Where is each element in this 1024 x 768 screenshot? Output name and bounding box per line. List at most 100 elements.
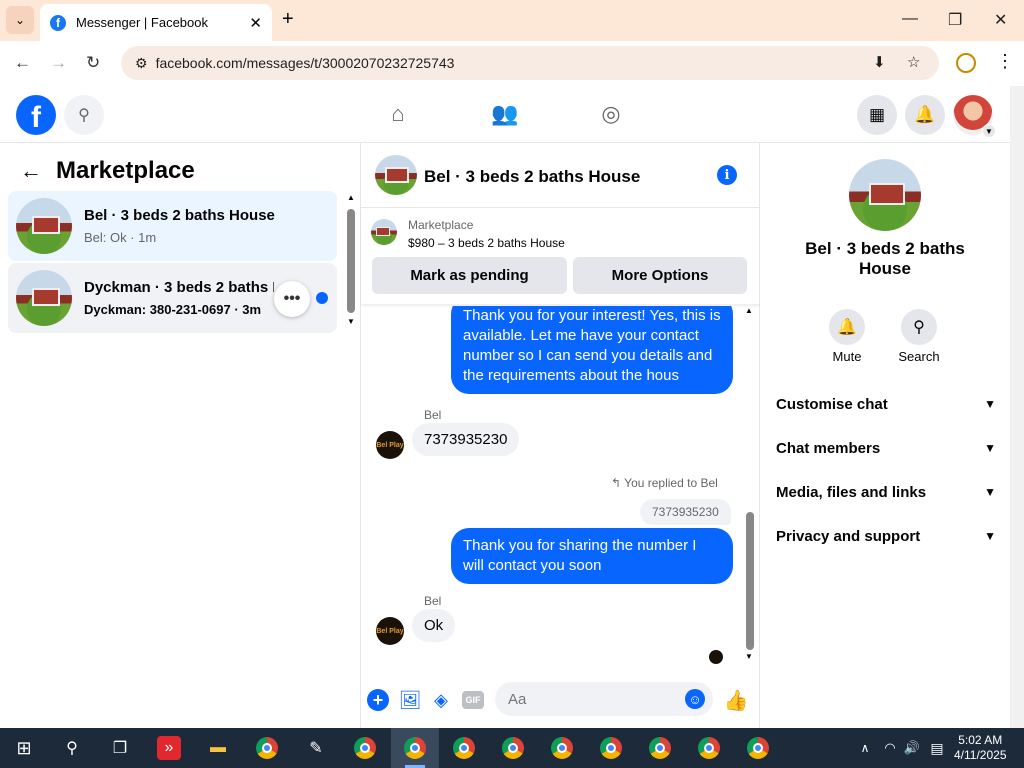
chat-scrollbar[interactable]: ▲ ▼ [745,306,755,662]
clock-date: 4/11/2025 [954,748,1007,762]
chrome-profile-icon[interactable] [697,736,721,760]
chrome-profile-icon[interactable] [648,736,672,760]
install-app-icon[interactable]: ⬇ [873,53,886,71]
incoming-message[interactable]: 7373935230 [412,423,520,456]
new-tab-icon[interactable]: + [282,8,294,31]
chevron-down-icon: ▼ [982,124,996,138]
chrome-profile-icon[interactable] [403,736,427,760]
mute-label: Mute [832,349,862,364]
search-icon[interactable]: ⚲ [60,736,84,760]
chrome-profile-icon[interactable] [452,736,476,760]
listing-thumbnail[interactable] [849,159,921,231]
quoted-message[interactable]: 7373935230 [640,499,731,525]
page-scrollbar[interactable] [1010,86,1024,728]
close-window-icon[interactable]: ✕ [994,10,1007,30]
chat-title[interactable]: Bel · 3 beds 2 baths House [424,167,640,187]
conversation-name: Dyckman · 3 beds 2 baths House [84,279,274,296]
tab-search-dropdown[interactable]: ⌄ [6,6,34,34]
notifications-bell-icon[interactable]: 🔔 [905,95,945,135]
groups-icon[interactable]: ◎ [598,101,624,127]
browser-tab-messenger[interactable]: f Messenger | Facebook ✕ [40,4,272,41]
task-view-icon[interactable]: ❐ [108,736,132,760]
chrome-icon[interactable] [255,736,279,760]
system-clock[interactable]: 5:02 AM 4/11/2025 [954,733,1007,763]
chrome-profile-icon[interactable] [501,736,525,760]
thumbs-up-icon[interactable]: 👍 [724,689,749,712]
tab-title: Messenger | Facebook [76,15,208,30]
outgoing-message[interactable]: Thank you for your interest! Yes, this i… [451,306,733,394]
browser-profile-icon[interactable] [956,53,976,73]
browser-menu-icon[interactable]: ⋮ [996,51,1014,72]
section-chat-members[interactable]: Chat members ▼ [776,433,996,463]
conversation-item-bel[interactable]: Bel · 3 beds 2 baths House Bel: Ok · 1m [8,191,337,261]
message-input-box[interactable]: ☺ [495,682,713,716]
facebook-logo-icon[interactable]: f [16,95,56,135]
info-icon[interactable]: i [717,165,737,185]
bookmark-star-icon[interactable]: ☆ [907,53,920,71]
show-hidden-icons-icon[interactable]: ∧ [853,736,877,760]
sender-name: Bel [424,594,442,608]
account-avatar[interactable]: ▼ [953,95,996,138]
chrome-profile-icon[interactable] [550,736,574,760]
forward-arrow-icon[interactable]: → [50,53,67,73]
app-icon[interactable]: » [157,736,181,760]
sender-avatar[interactable]: Bel Play [376,617,404,645]
scroll-down-icon[interactable]: ▼ [347,317,355,326]
url-text: facebook.com/messages/t/3000207023272574… [155,55,455,71]
chrome-profile-icon[interactable] [746,736,770,760]
chrome-profile-icon[interactable] [599,736,623,760]
sticker-icon[interactable]: ◈ [430,689,452,711]
more-options-button[interactable]: More Options [573,257,747,294]
gif-icon[interactable]: GIF [462,691,484,709]
listing-thumbnail[interactable] [371,219,397,245]
browser-tab-strip: ⌄ f Messenger | Facebook ✕ + — ❐ ✕ [0,0,1024,41]
reload-icon[interactable]: ↻ [86,53,100,73]
menu-grid-icon[interactable]: ▦ [857,95,897,135]
incoming-message[interactable]: Ok [412,609,456,642]
message-input[interactable] [508,690,668,708]
back-arrow-icon[interactable]: ← [14,53,31,73]
photo-icon[interactable]: 🖼 [399,689,422,711]
mark-as-pending-button[interactable]: Mark as pending [372,257,567,294]
more-options-icon[interactable]: ••• [274,281,310,317]
scroll-up-icon[interactable]: ▲ [347,193,355,202]
sender-avatar[interactable]: Bel Play [376,431,404,459]
maximize-icon[interactable]: ❐ [948,10,962,30]
mute-bell-icon[interactable]: 🔔 [829,309,865,345]
minimize-icon[interactable]: — [902,10,918,28]
unread-dot [316,292,328,304]
message-composer: + 🖼 ◈ GIF ☺ 👍 [361,680,760,720]
search-icon[interactable]: ⚲ [64,95,104,135]
message-thread[interactable]: Thank you for your interest! Yes, this i… [361,306,760,673]
listing-price[interactable]: $980 – 3 beds 2 baths House [408,236,565,250]
site-info-icon[interactable]: ⚙ [135,55,148,72]
outgoing-message[interactable]: Thank you for sharing the number I will … [451,528,733,584]
file-explorer-icon[interactable]: ▬ [206,736,230,760]
notification-center-icon[interactable]: ▤ [925,736,949,760]
windows-start-icon[interactable]: ⊞ [12,736,36,760]
scroll-up-icon[interactable]: ▲ [745,306,753,315]
section-privacy-support[interactable]: Privacy and support ▼ [776,521,996,551]
conversation-scrollbar[interactable]: ▲ ▼ [347,193,355,326]
network-icon[interactable]: ◠ [878,736,902,760]
volume-icon[interactable]: 🔊 [900,736,924,760]
back-arrow-icon[interactable]: ← [20,158,42,184]
address-bar[interactable]: ⚙ facebook.com/messages/t/30002070232725… [121,46,939,80]
conversation-item-dyckman[interactable]: Dyckman · 3 beds 2 baths House Dyckman: … [8,263,337,333]
friends-icon[interactable]: 👥 [491,101,518,127]
close-tab-icon[interactable]: ✕ [249,14,262,32]
chat-thumbnail[interactable] [375,155,417,195]
scroll-down-icon[interactable]: ▼ [745,652,753,661]
section-media-files-links[interactable]: Media, files and links ▼ [776,477,996,507]
section-customise-chat[interactable]: Customise chat ▼ [776,389,996,419]
search-icon[interactable]: ⚲ [901,309,937,345]
home-icon[interactable]: ⌂ [385,101,411,127]
scrollbar-thumb[interactable] [746,512,754,650]
chrome-profile-icon[interactable] [353,736,377,760]
plus-icon[interactable]: + [367,689,389,711]
sender-name: Bel [424,408,442,422]
paint-icon[interactable]: ✎ [304,736,328,760]
scrollbar-thumb[interactable] [347,209,355,313]
chat-panel: Bel · 3 beds 2 baths House i Marketplace… [361,143,760,728]
emoji-icon[interactable]: ☺ [685,689,705,709]
